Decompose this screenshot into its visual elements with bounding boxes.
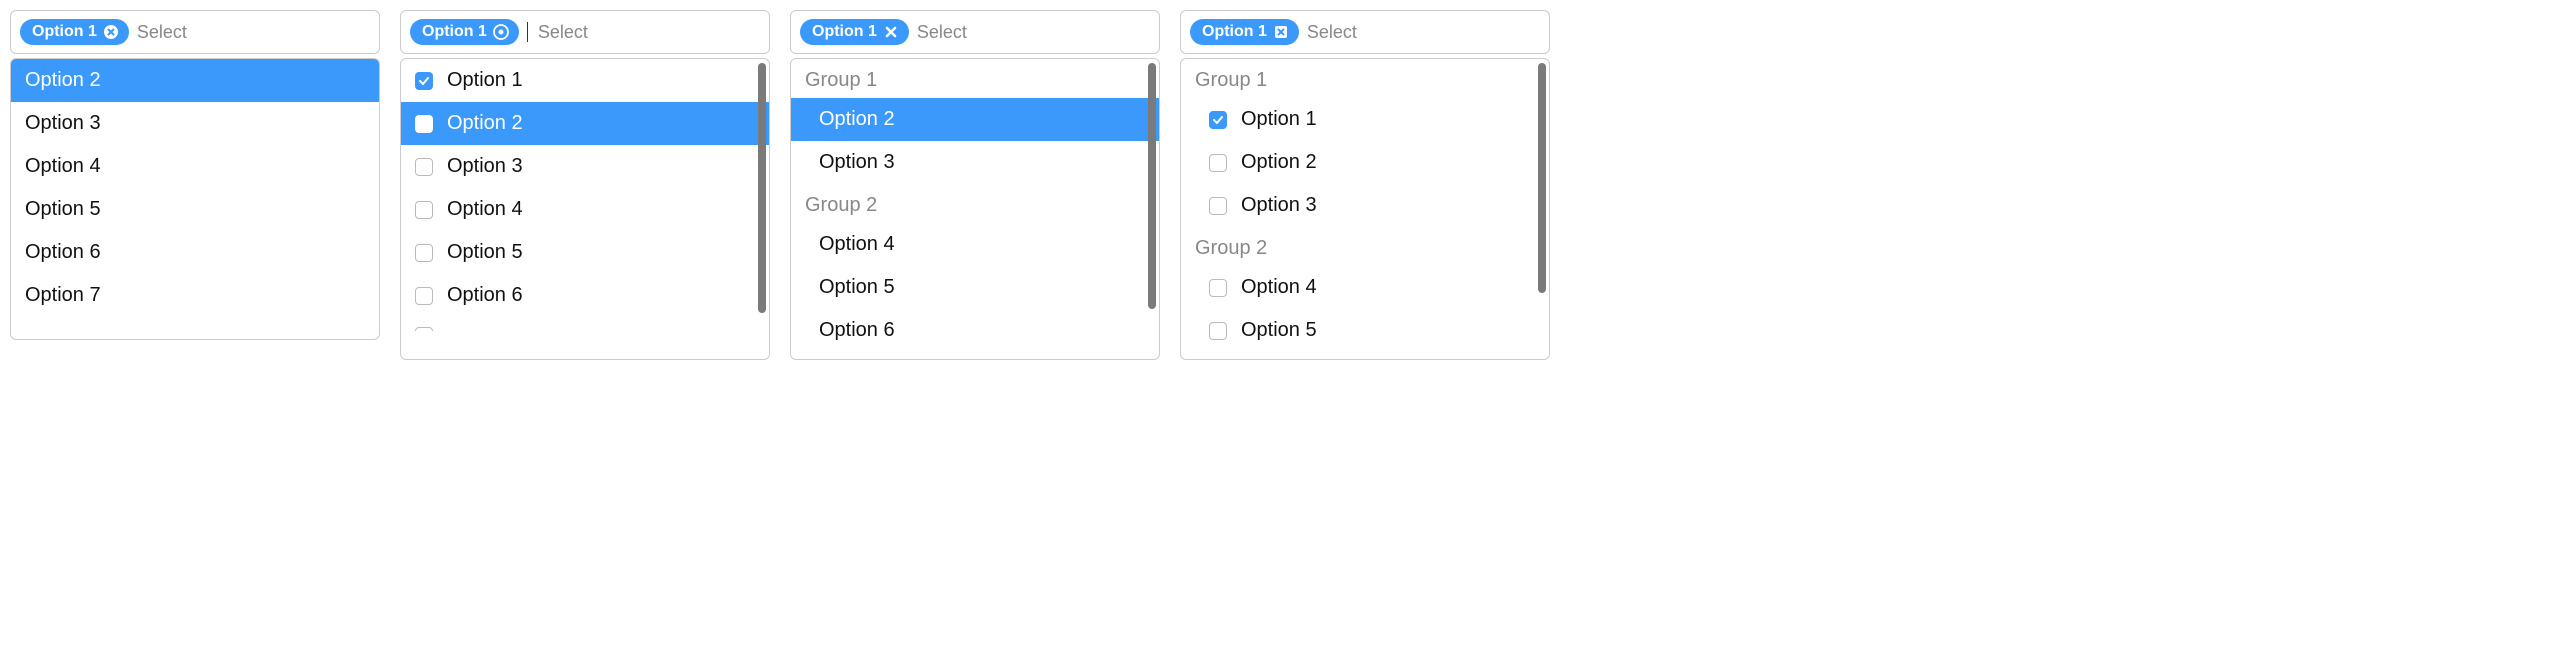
- select-variant-1: Option 1 Select Option 2 Option 3 Option…: [10, 10, 380, 360]
- dropdown-list: Option 1 Option 2 Option 3 Option 4 Opti…: [400, 58, 770, 360]
- option-item[interactable]: Option 3: [791, 141, 1159, 184]
- option-item[interactable]: Option 3: [401, 145, 769, 188]
- chip-label: Option 1: [422, 23, 487, 41]
- select-variant-3: Option 1 Select Group 1 Option 2 Option …: [790, 10, 1160, 360]
- chip-label: Option 1: [812, 23, 877, 41]
- option-item[interactable]: Option 2: [791, 98, 1159, 141]
- selected-chip: Option 1: [800, 19, 909, 45]
- checkbox-icon: [1209, 322, 1227, 340]
- option-item[interactable]: Option 4: [401, 188, 769, 231]
- placeholder-text: Select: [137, 22, 187, 43]
- placeholder-text: Select: [1307, 22, 1357, 43]
- option-item[interactable]: Option 2: [11, 59, 379, 102]
- group-header: Group 1: [1181, 59, 1549, 98]
- group-header: Group 1: [791, 59, 1159, 98]
- chip-remove-circle-x-icon[interactable]: [103, 24, 119, 40]
- option-item[interactable]: Option 4: [1181, 266, 1549, 309]
- scrollbar-thumb[interactable]: [1538, 63, 1546, 293]
- option-item[interactable]: Option 6: [791, 309, 1159, 352]
- select-input[interactable]: Option 1 Select: [400, 10, 770, 54]
- option-item[interactable]: Option 2: [401, 102, 769, 145]
- option-item[interactable]: Option 5: [401, 231, 769, 274]
- group-header: Group 2: [1181, 227, 1549, 266]
- select-input[interactable]: Option 1 Select: [1180, 10, 1550, 54]
- option-item[interactable]: Option 4: [11, 145, 379, 188]
- checkbox-icon: [1209, 279, 1227, 297]
- group-header: Group 2: [791, 184, 1159, 223]
- checkbox-icon: [415, 201, 433, 219]
- scrollbar[interactable]: [1148, 63, 1156, 355]
- select-input[interactable]: Option 1 Select: [10, 10, 380, 54]
- placeholder-text: Select: [538, 22, 588, 43]
- option-item[interactable]: Option 5: [11, 188, 379, 231]
- scrollbar-thumb[interactable]: [758, 63, 766, 313]
- select-variant-4: Option 1 Select Group 1 Option 1 Option …: [1180, 10, 1550, 360]
- option-item[interactable]: Option 1: [1181, 98, 1549, 141]
- checkbox-icon: [415, 244, 433, 262]
- chip-remove-square-x-icon[interactable]: [1273, 24, 1289, 40]
- chip-label: Option 1: [32, 23, 97, 41]
- option-item[interactable]: Option 5: [791, 266, 1159, 309]
- checkbox-icon: [415, 158, 433, 176]
- option-item[interactable]: Option 6: [11, 231, 379, 274]
- chip-remove-circle-dot-icon[interactable]: [493, 24, 509, 40]
- option-item[interactable]: Option 2: [1181, 141, 1549, 184]
- dropdown-list: Group 1 Option 2 Option 3 Group 2 Option…: [790, 58, 1160, 360]
- option-item[interactable]: Option 1: [401, 59, 769, 102]
- chip-remove-x-icon[interactable]: [883, 24, 899, 40]
- checkbox-icon: [1209, 197, 1227, 215]
- selected-chip: Option 1: [1190, 19, 1299, 45]
- checkbox-checked-icon: [1209, 111, 1227, 129]
- placeholder-text: Select: [917, 22, 967, 43]
- checkbox-icon: [415, 287, 433, 305]
- scrollbar-thumb[interactable]: [1148, 63, 1156, 309]
- option-item[interactable]: Option 4: [791, 223, 1159, 266]
- option-item[interactable]: Option 3: [1181, 184, 1549, 227]
- text-cursor: [527, 22, 528, 42]
- option-item[interactable]: Option 5: [1181, 309, 1549, 352]
- select-variant-2: Option 1 Select Option 1 Option 2 Option…: [400, 10, 770, 360]
- option-item-partial[interactable]: [401, 317, 769, 331]
- checkbox-icon: [415, 327, 433, 331]
- chip-label: Option 1: [1202, 23, 1267, 41]
- checkbox-checked-icon: [415, 72, 433, 90]
- select-input[interactable]: Option 1 Select: [790, 10, 1160, 54]
- selected-chip: Option 1: [410, 19, 519, 45]
- option-item[interactable]: Option 6: [401, 274, 769, 317]
- selected-chip: Option 1: [20, 19, 129, 45]
- dropdown-list: Group 1 Option 1 Option 2 Option 3 Group…: [1180, 58, 1550, 360]
- scrollbar[interactable]: [758, 63, 766, 355]
- scrollbar[interactable]: [1538, 63, 1546, 355]
- option-item[interactable]: Option 7: [11, 274, 379, 317]
- option-item[interactable]: Option 3: [11, 102, 379, 145]
- checkbox-icon: [415, 115, 433, 133]
- dropdown-list: Option 2 Option 3 Option 4 Option 5 Opti…: [10, 58, 380, 340]
- checkbox-icon: [1209, 154, 1227, 172]
